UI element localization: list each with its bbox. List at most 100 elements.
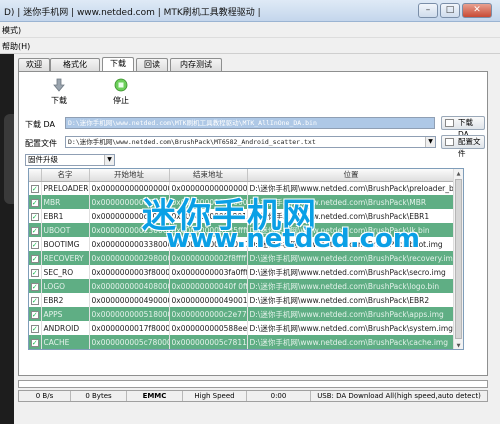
cell-end: 0x0000000003fa0fff	[169, 265, 248, 279]
row-checkbox-cell: ✓	[29, 251, 42, 265]
minimize-button[interactable]: –	[418, 3, 438, 18]
table-row[interactable]: ✓USRDATA0x000000007e3800000x0000000871d7…	[29, 349, 455, 350]
cell-end: 0x0000000871d736f	[169, 349, 247, 350]
cell-location: D:\迷你手机网\www.netded.com\BrushPack\logo.b…	[247, 279, 456, 293]
tab-download[interactable]: 下载	[102, 57, 134, 72]
row-checkbox-cell: ✓	[29, 307, 42, 321]
row-checkbox[interactable]: ✓	[30, 282, 39, 291]
scatter-browse-button[interactable]: 配置文件	[441, 135, 485, 158]
da-browse-button[interactable]: 下载 DA	[441, 116, 485, 139]
cell-name: PRELOADER	[41, 181, 90, 195]
cell-start: 0x0000000017f80000	[89, 321, 170, 335]
cell-name: BOOTIMG	[41, 237, 90, 251]
download-arrow-icon	[53, 78, 65, 92]
cell-location: D:\迷你手机网\www.netded.com\BrushPack\secro.…	[247, 265, 456, 279]
row-checkbox-cell: ✓	[29, 279, 42, 293]
row-checkbox-cell: ✓	[29, 181, 42, 195]
title-bar: D) | 迷你手机网 | www.netded.com | MTK刷机工具教程驱…	[0, 0, 500, 22]
cell-start: 0x0000000003380000	[89, 237, 170, 251]
tab-format[interactable]: 格式化	[50, 58, 100, 72]
table-row[interactable]: ✓ SEC_RO 0x0000000003f80000 0x0000000003fa0…	[29, 265, 456, 279]
cell-start: 0x0000000004080000	[89, 279, 170, 293]
cell-end: 0x000000000c2e7777	[169, 307, 248, 321]
cell-end: 0x000000000588eefa7	[169, 321, 248, 335]
cell-end: 0x00000000040f 0fff	[169, 279, 248, 293]
row-checkbox[interactable]: ✓	[30, 268, 39, 277]
scroll-down-icon[interactable]: ▼	[455, 342, 462, 349]
table-row[interactable]: ✓APPS0x00000000051800000x000000000c2e777…	[29, 307, 456, 321]
watermark-url: www.netded.com	[166, 224, 420, 254]
da-path-field[interactable]: D:\迷你手机网\www.netded.com\MTK刷机工具教程驱动\MTK_…	[65, 117, 435, 129]
row-checkbox-cell: ✓	[29, 265, 42, 279]
menu-item-help[interactable]: 帮助(H)	[2, 41, 30, 52]
cell-name: SEC_RO	[41, 265, 90, 279]
scroll-up-icon[interactable]: ▲	[455, 170, 462, 178]
header-name[interactable]: 名字	[41, 169, 90, 182]
row-checkbox-cell: ✓	[29, 349, 41, 350]
stop-button[interactable]: 停止	[101, 78, 141, 106]
download-mode-value: 固件升级	[28, 155, 58, 164]
row-checkbox[interactable]: ✓	[30, 212, 39, 221]
row-checkbox[interactable]: ✓	[30, 254, 39, 263]
maximize-button[interactable]: □	[440, 3, 460, 18]
header-start[interactable]: 开始地址	[89, 169, 170, 182]
row-checkbox-cell: ✓	[29, 195, 42, 209]
stop-icon	[114, 78, 128, 92]
status-bar: 0 B/s 0 Bytes EMMC High Speed 0:00 USB: …	[18, 390, 488, 402]
scatter-dropdown-toggle[interactable]: ▼	[425, 136, 436, 148]
cell-location: D:\迷你手机网\www.netded.com\BrushPack\system…	[247, 321, 456, 335]
header-check[interactable]	[29, 169, 42, 182]
table-row[interactable]: ✓ ANDROID 0x0000000017f80000 0x000000000588…	[29, 321, 456, 335]
scatter-path-field[interactable]: D:\迷你手机网\www.netded.com\BrushPack\MT6582…	[65, 136, 427, 148]
row-checkbox[interactable]: ✓	[30, 240, 39, 249]
download-label: 下载	[51, 96, 67, 105]
table-scrollbar[interactable]: ▲ ▼	[453, 169, 463, 349]
download-mode-select[interactable]: 固件升级 ▼	[25, 154, 115, 166]
scatter-label: 配置文件	[25, 139, 57, 148]
cell-name: EBR2	[41, 293, 90, 307]
window-title: D) | 迷你手机网 | www.netded.com | MTK刷机工具教程驱…	[4, 8, 261, 18]
cell-location: D:\迷你手机网\www.netded.com\BrushPack\apps.i…	[247, 307, 456, 321]
status-speed: 0 B/s	[19, 391, 71, 401]
row-checkbox-cell: ✓	[29, 209, 42, 223]
cell-name: EBR1	[41, 209, 90, 223]
table-row[interactable]: ✓ CACHE 0x000000005c780000 0x000000005c7811…	[29, 335, 456, 349]
tab-readback[interactable]: 回读	[136, 58, 168, 72]
status-storage: EMMC	[127, 391, 183, 401]
header-end[interactable]: 结束地址	[169, 169, 248, 182]
cell-name: UBOOT	[41, 223, 90, 237]
row-checkbox[interactable]: ✓	[30, 184, 39, 193]
table-header-row: 名字 开始地址 结束地址 位置	[29, 169, 456, 182]
scatter-browse-label: 配置文件	[458, 137, 481, 158]
row-checkbox[interactable]: ✓	[30, 310, 39, 319]
folder-icon	[445, 138, 454, 146]
row-checkbox[interactable]: ✓	[30, 198, 39, 207]
menu-bar-help: 帮助(H)	[0, 38, 500, 54]
stop-label: 停止	[113, 96, 129, 105]
menu-item-mode[interactable]: 模式)	[2, 25, 21, 36]
row-checkbox-cell: ✓	[29, 335, 42, 349]
row-checkbox-cell: ✓	[29, 321, 42, 335]
header-location[interactable]: 位置	[247, 169, 456, 182]
cell-end: 0x00000000049001ff	[169, 293, 248, 307]
scroll-thumb[interactable]	[455, 179, 462, 339]
tab-welcome[interactable]: 欢迎	[18, 58, 50, 72]
cell-location: D:\迷你手机网\www.netded.com\BrushPack\cache.…	[247, 335, 456, 349]
status-info: USB: DA Download All(high speed,auto det…	[317, 392, 481, 400]
tab-memory-test[interactable]: 内存测试	[170, 58, 222, 72]
row-checkbox[interactable]: ✓	[30, 324, 39, 333]
menu-bar-mode: 模式)	[0, 22, 500, 38]
table-row[interactable]: ✓ EBR2 0x0000000004900000 0x00000000049001f…	[29, 293, 456, 307]
cell-start: 0x000000005c780000	[89, 335, 170, 349]
table-row[interactable]: ✓ LOGO 0x0000000004080000 0x00000000040f 0f…	[29, 279, 456, 293]
row-checkbox[interactable]: ✓	[30, 296, 39, 305]
background-shape	[4, 114, 14, 204]
row-checkbox[interactable]: ✓	[30, 338, 39, 347]
download-button[interactable]: 下载	[39, 78, 79, 106]
close-button[interactable]: ✕	[462, 3, 492, 18]
background-edge	[0, 54, 14, 424]
row-checkbox[interactable]: ✓	[30, 226, 39, 235]
cell-start: 0x0000000005180000	[89, 307, 170, 321]
status-bytes: 0 Bytes	[71, 391, 127, 401]
status-time: 0:00	[247, 391, 311, 401]
